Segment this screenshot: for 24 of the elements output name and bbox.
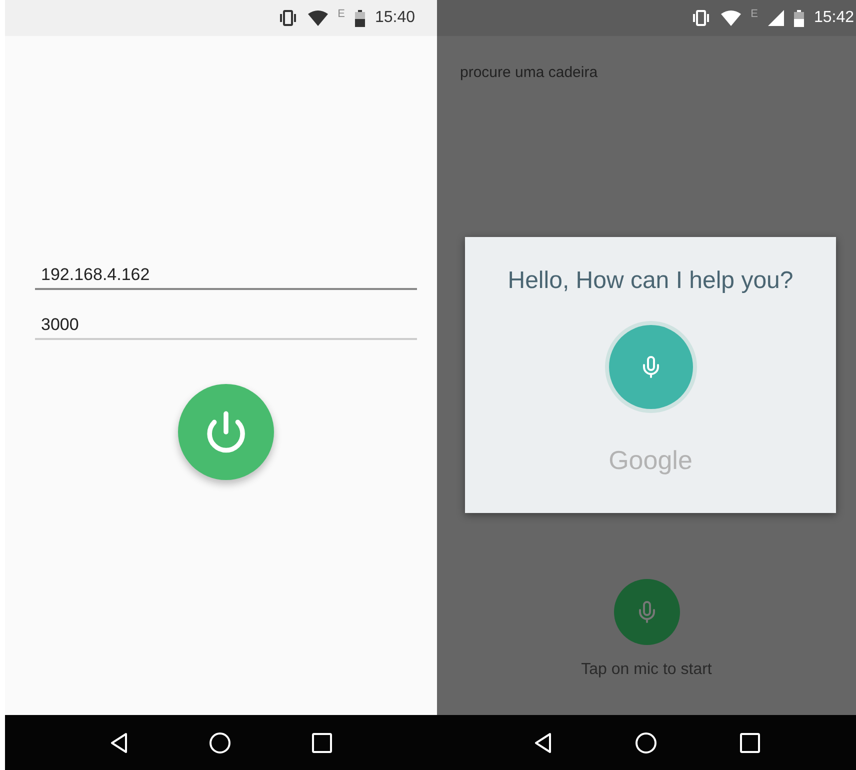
home-icon[interactable] (208, 732, 231, 754)
battery-icon (354, 10, 365, 26)
text-field[interactable]: 192.168.4.162 (35, 262, 417, 290)
power-icon (204, 410, 248, 454)
back-icon[interactable] (110, 732, 128, 752)
hint-text: Tap on mic to start (581, 661, 712, 679)
vibrate-icon (690, 10, 711, 26)
clock-time: 15:42 (814, 9, 854, 27)
vibrate-icon (278, 10, 298, 26)
recents-icon[interactable] (312, 732, 332, 752)
home-icon[interactable] (634, 732, 656, 754)
back-icon[interactable] (534, 732, 552, 752)
signal-icon (768, 10, 784, 26)
dialog-title: Hello, How can I help you? (508, 267, 794, 295)
recognized-text: procure uma cadeira (460, 64, 599, 81)
clock-time: 15:40 (374, 9, 415, 27)
text-field[interactable]: 3000 (35, 312, 417, 340)
network-type-label: E (338, 8, 345, 20)
brand-label: Google (608, 445, 692, 476)
wifi-icon (308, 10, 328, 26)
wifi-icon (720, 10, 741, 26)
recents-icon[interactable] (740, 732, 760, 752)
battery-icon (794, 10, 804, 26)
network-type-label: E (750, 8, 758, 20)
